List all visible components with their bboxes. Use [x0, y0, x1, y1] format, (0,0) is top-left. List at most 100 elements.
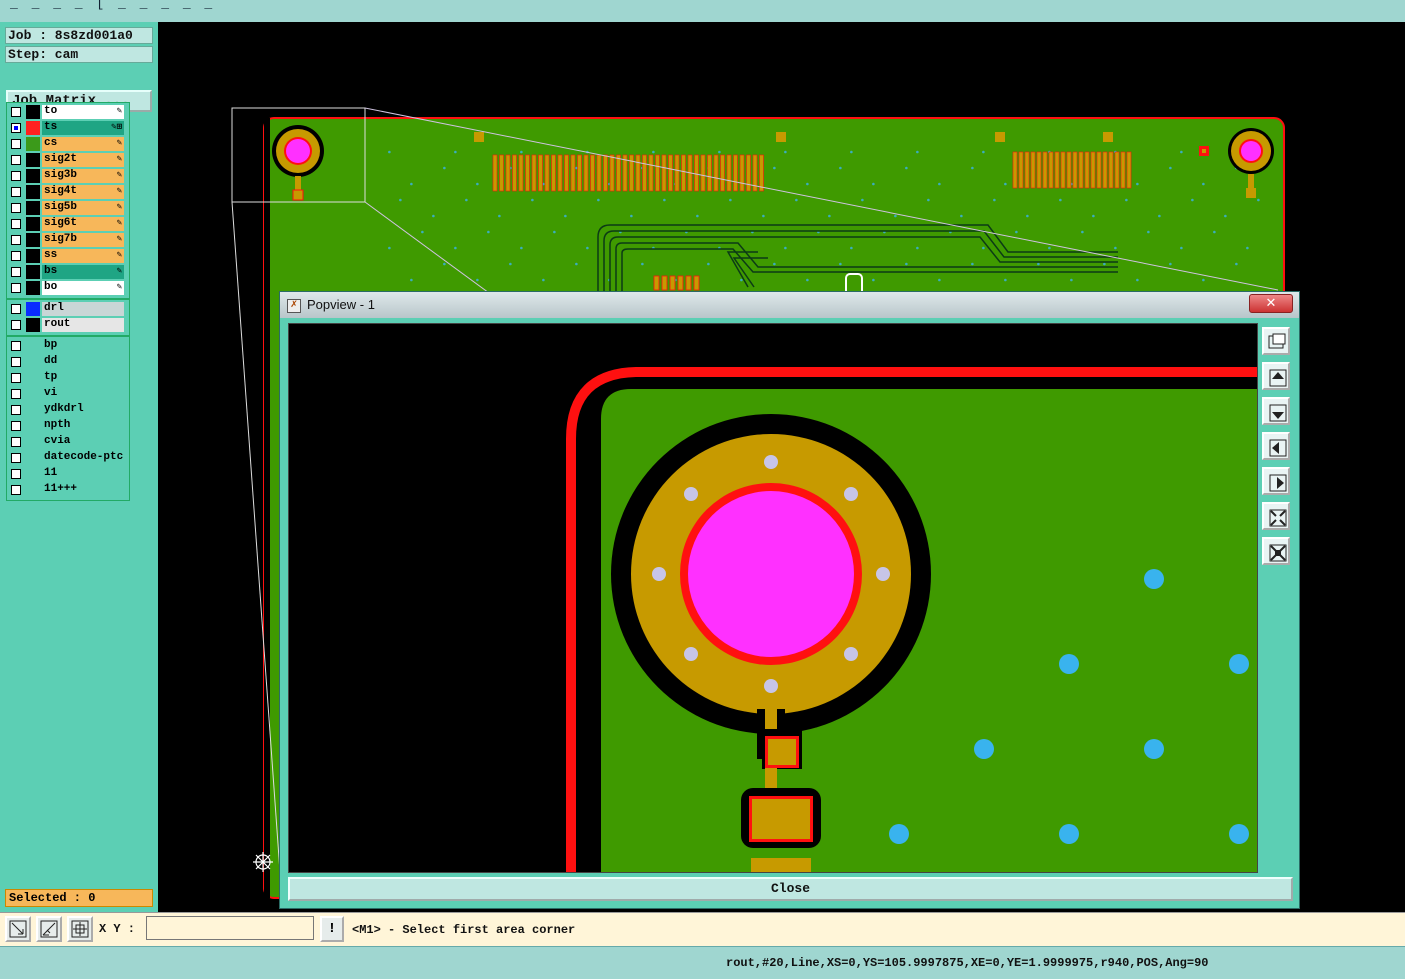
xy-coordinate-input[interactable] [146, 916, 314, 940]
layer-name[interactable]: sig5b ✎ [42, 201, 124, 215]
select-mode-button[interactable] [5, 916, 31, 942]
layer-name-text: ydkdrl [44, 403, 84, 415]
layer-name[interactable]: ts ✎⊞ [42, 121, 124, 135]
layer-checkbox[interactable] [11, 187, 21, 197]
layer-checkbox[interactable] [11, 405, 21, 415]
layer-name[interactable]: ydkdrl [42, 403, 124, 417]
layer-row-sig2t[interactable]: sig2t ✎ [7, 152, 129, 168]
layer-row-ydkdrl[interactable]: ydkdrl [7, 402, 129, 418]
popview-title-bar[interactable]: ✗ Popview - 1 ✕ [280, 292, 1299, 318]
layer-checkbox[interactable] [11, 373, 21, 383]
layer-checkbox[interactable] [11, 251, 21, 261]
layer-name[interactable]: tp [42, 371, 124, 385]
layer-checkbox[interactable] [11, 341, 21, 351]
layer-checkbox[interactable] [11, 123, 21, 133]
layer-checkbox[interactable] [11, 453, 21, 463]
layer-row-bo[interactable]: bo ✎ [7, 280, 129, 296]
layer-row-11[interactable]: 11 [7, 466, 129, 482]
layer-row-ss[interactable]: ss ✎ [7, 248, 129, 264]
popview-window[interactable]: ✗ Popview - 1 ✕ Close [279, 291, 1300, 909]
layer-row-dd[interactable]: dd [7, 354, 129, 370]
layer-name[interactable]: dd [42, 355, 124, 369]
zoom-in-button[interactable] [1262, 502, 1290, 530]
layer-color-swatch [26, 387, 40, 401]
measure-mode-button[interactable] [36, 916, 62, 942]
layer-row-tp[interactable]: tp [7, 370, 129, 386]
pan-left-button[interactable] [1262, 432, 1290, 460]
layer-row-npth[interactable]: npth [7, 418, 129, 434]
layer-checkbox[interactable] [11, 219, 21, 229]
layer-name[interactable]: sig3b ✎ [42, 169, 124, 183]
layer-name[interactable]: datecode-ptc [42, 451, 124, 465]
layer-name[interactable]: drl [42, 302, 124, 316]
layer-row-sig4t[interactable]: sig4t ✎ [7, 184, 129, 200]
layer-name[interactable]: sig6t ✎ [42, 217, 124, 231]
layer-name-text: npth [44, 419, 71, 431]
layer-row-bs[interactable]: bs ✎ [7, 264, 129, 280]
layer-checkbox[interactable] [11, 203, 21, 213]
layer-row-vi[interactable]: vi [7, 386, 129, 402]
layer-checkbox[interactable] [11, 107, 21, 117]
layer-checkbox[interactable] [11, 171, 21, 181]
layer-name-text: ts [44, 121, 58, 133]
layer-name[interactable]: 11+++ [42, 483, 124, 497]
layer-checkbox[interactable] [11, 320, 21, 330]
layer-row-sig6t[interactable]: sig6t ✎ [7, 216, 129, 232]
window-close-button[interactable]: ✕ [1249, 294, 1293, 313]
layer-checkbox[interactable] [11, 155, 21, 165]
popview-close-button[interactable]: Close [288, 877, 1293, 901]
layer-name[interactable]: ss ✎ [42, 249, 124, 263]
pan-right-button[interactable] [1262, 467, 1290, 495]
pan-up-button[interactable] [1262, 362, 1290, 390]
board-layer-list: to ✎ ts ✎⊞ cs ✎ sig2t ✎ sig3b ✎ sig4t ✎ sig5b ✎ sig6t ✎… [6, 102, 130, 299]
layer-row-rout[interactable]: rout [7, 317, 129, 333]
layer-row-sig3b[interactable]: sig3b ✎ [7, 168, 129, 184]
layer-name-text: vi [44, 387, 58, 399]
layer-row-sig5b[interactable]: sig5b ✎ [7, 200, 129, 216]
layer-row-datecode-ptc[interactable]: datecode-ptc [7, 450, 129, 466]
layer-color-swatch [26, 105, 40, 119]
layer-name[interactable]: bp [42, 339, 124, 353]
layer-name[interactable]: 11 [42, 467, 124, 481]
popview-zoom-fit-button[interactable] [1262, 327, 1290, 355]
layer-name[interactable]: sig4t ✎ [42, 185, 124, 199]
layer-row-ts[interactable]: ts ✎⊞ [7, 120, 129, 136]
warning-button[interactable]: ! [320, 916, 344, 942]
layer-row-drl[interactable]: drl [7, 301, 129, 317]
layer-checkbox[interactable] [11, 283, 21, 293]
layer-checkbox[interactable] [11, 304, 21, 314]
zoom-out-button[interactable] [1262, 537, 1290, 565]
layer-checkbox[interactable] [11, 235, 21, 245]
layer-row-bp[interactable]: bp [7, 338, 129, 354]
layer-checkbox[interactable] [11, 267, 21, 277]
layer-name[interactable]: rout [42, 318, 124, 332]
layer-color-swatch [26, 281, 40, 295]
layer-row-11---[interactable]: 11+++ [7, 482, 129, 498]
layer-row-cs[interactable]: cs ✎ [7, 136, 129, 152]
layer-name[interactable]: cvia [42, 435, 124, 449]
layer-checkbox[interactable] [11, 389, 21, 399]
pan-down-button[interactable] [1262, 397, 1290, 425]
layer-row-cvia[interactable]: cvia [7, 434, 129, 450]
layer-checkbox[interactable] [11, 469, 21, 479]
layer-checkbox[interactable] [11, 357, 21, 367]
layer-color-swatch [26, 339, 40, 353]
layer-name[interactable]: sig7b ✎ [42, 233, 124, 247]
layer-checkbox[interactable] [11, 437, 21, 447]
layer-name[interactable]: vi [42, 387, 124, 401]
layer-name[interactable]: bo ✎ [42, 281, 124, 295]
layer-checkbox[interactable] [11, 485, 21, 495]
grid-snap-button[interactable] [67, 916, 93, 942]
layer-name[interactable]: bs ✎ [42, 265, 124, 279]
layer-name[interactable]: npth [42, 419, 124, 433]
popview-zoomed-view[interactable] [288, 323, 1258, 873]
layer-row-to[interactable]: to ✎ [7, 104, 129, 120]
layer-name[interactable]: cs ✎ [42, 137, 124, 151]
layer-checkbox[interactable] [11, 139, 21, 149]
layer-checkbox[interactable] [11, 421, 21, 431]
layer-color-swatch [26, 217, 40, 231]
layer-name[interactable]: to ✎ [42, 105, 124, 119]
layer-name-text: drl [44, 302, 64, 314]
layer-row-sig7b[interactable]: sig7b ✎ [7, 232, 129, 248]
layer-name[interactable]: sig2t ✎ [42, 153, 124, 167]
